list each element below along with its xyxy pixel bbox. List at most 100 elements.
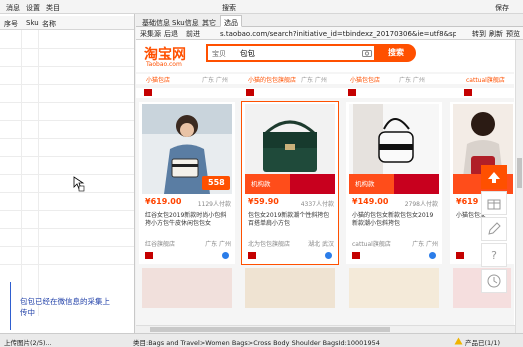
upload-status: 上传图片(2/5)... xyxy=(4,339,52,347)
product-card[interactable]: 558 ¥619.00 1129人付款 红谷女包2019新款时尚小包斜挎小方包牛… xyxy=(139,102,235,264)
shop-name[interactable]: cattual旗舰店 xyxy=(352,239,391,248)
wangwang-icon[interactable] xyxy=(325,252,332,259)
grid-divider xyxy=(0,84,134,85)
grid-divider xyxy=(0,210,134,211)
shop-name[interactable]: 红谷旗舰店 xyxy=(145,239,175,248)
product-price: ¥149.00 xyxy=(352,197,389,206)
product-card[interactable]: 机构款 ¥59.90 4337人付款 包包女2019新款潮个性斜挎包百搭单肩小方… xyxy=(241,101,339,265)
product-title[interactable]: 小猫的包包女新款包包女2019新款潮小包斜挎包 xyxy=(352,212,438,228)
source-button[interactable]: 采集源 xyxy=(140,29,161,39)
promo-badge: 558 xyxy=(208,178,225,187)
next-row-preview xyxy=(139,268,511,308)
tmall-icon xyxy=(246,89,254,96)
camera-icon[interactable] xyxy=(362,49,372,57)
back-button[interactable]: 后退 xyxy=(164,29,178,39)
menu-item-settings[interactable]: 设置 xyxy=(26,3,40,13)
product-price: ¥619.00 xyxy=(145,197,182,206)
shop-name[interactable]: 小猫包包店 xyxy=(350,75,380,84)
grid-divider xyxy=(0,120,134,121)
shop-row: 小猫包店 广东 广州 小猫的包包旗舰店 广东 广州 小猫包包店 广东 广州 ca… xyxy=(136,74,514,84)
tab-product-selection[interactable]: 选品 xyxy=(220,15,242,27)
product-title[interactable]: 红谷女包2019新款时尚小包斜挎小方包牛皮休闲包包女 xyxy=(145,212,231,228)
grid-divider xyxy=(0,246,134,247)
note-marker xyxy=(10,282,11,330)
tmall-icon xyxy=(248,252,256,259)
refresh-button[interactable]: 刷新 xyxy=(489,29,503,39)
category-status: 类目:Bags and Travel>Women Bags>Cross Body… xyxy=(133,339,380,347)
forward-button[interactable]: 前进 xyxy=(186,29,200,39)
gift-icon[interactable] xyxy=(481,191,507,215)
web-view: 淘宝网 Taobao.com 宝贝 搜索 小猫包店 广东 广州 小猫的包包旗舰店… xyxy=(136,40,514,333)
column-header-sku[interactable]: Sku xyxy=(26,19,39,27)
grid-divider xyxy=(0,66,134,67)
column-header-index[interactable]: 序号 xyxy=(4,19,18,29)
grid-divider xyxy=(38,30,39,316)
product-image[interactable] xyxy=(142,268,232,308)
menu-item-messages[interactable]: 消息 xyxy=(6,3,20,13)
menu-item-category[interactable]: 类目 xyxy=(46,3,60,13)
product-title[interactable]: 包包女2019新款潮个性斜挎包百搭单肩小方包 xyxy=(248,212,334,228)
clock-icon[interactable] xyxy=(481,269,507,293)
go-button[interactable]: 转到 xyxy=(472,29,486,39)
tab-other[interactable]: 其它 xyxy=(198,15,220,27)
tmall-icon xyxy=(144,89,152,96)
badge-row xyxy=(352,252,436,260)
scroll-thumb[interactable] xyxy=(517,158,522,188)
save-button[interactable]: 保存 xyxy=(495,3,509,13)
badge-row xyxy=(136,88,514,98)
wangwang-icon[interactable] xyxy=(222,252,229,259)
shop-name[interactable]: 小猫包店 xyxy=(146,75,170,84)
back-to-top-icon[interactable] xyxy=(481,165,507,189)
grid-divider xyxy=(0,192,134,193)
sales-count: 2798人付款 xyxy=(404,201,438,208)
vertical-scrollbar[interactable] xyxy=(515,40,523,333)
search-box: 宝贝 xyxy=(206,44,376,62)
horizontal-scrollbar[interactable] xyxy=(136,325,515,333)
shop-name[interactable]: 北为包包旗舰店 xyxy=(248,239,290,248)
shop-name[interactable]: 小猫的包包旗舰店 xyxy=(248,75,296,84)
preview-button[interactable]: 预览 xyxy=(506,29,520,39)
browser-panel: 基础信息 Sku信息 其它 选品 采集源 后退 前进 转到 刷新 预览 淘宝网 … xyxy=(136,14,523,333)
product-image[interactable]: 机构款 xyxy=(245,104,335,194)
grid-divider xyxy=(0,156,134,157)
tab-strip: 基础信息 Sku信息 其它 选品 xyxy=(136,14,523,27)
menu-item-search[interactable]: 搜索 xyxy=(222,3,236,13)
badge-row xyxy=(145,252,229,260)
left-panel: 序号 Sku 名称 包包已经在微信息的采集上传中 页码 1 跳 |< < > >… xyxy=(0,14,135,347)
tmall-icon xyxy=(348,89,356,96)
shop-location: 广东 广州 xyxy=(202,77,228,84)
wangwang-icon[interactable] xyxy=(429,252,436,259)
product-image[interactable] xyxy=(245,268,335,308)
address-bar: 采集源 后退 前进 转到 刷新 预览 xyxy=(136,27,523,40)
grid-divider xyxy=(0,264,134,265)
shop-name[interactable]: cattual旗舰店 xyxy=(466,75,505,84)
promo-tag: 机构款 xyxy=(355,180,375,188)
badge-row xyxy=(248,252,332,260)
search-category-select[interactable]: 宝贝 xyxy=(212,49,226,59)
status-note: 包包已经在微信息的采集上传中 xyxy=(20,297,110,317)
taobao-logo-sub: Taobao.com xyxy=(146,61,182,68)
grid-header: 序号 Sku 名称 xyxy=(0,16,134,30)
sales-count: 1129人付款 xyxy=(197,201,231,208)
shop-location: 广东 广州 xyxy=(399,77,425,84)
grid-divider xyxy=(0,228,134,229)
column-header-name[interactable]: 名称 xyxy=(42,19,56,29)
edit-icon[interactable] xyxy=(481,217,507,241)
taobao-header: 淘宝网 Taobao.com 宝贝 搜索 xyxy=(136,40,514,72)
shop-location: 广东 广州 xyxy=(205,241,231,248)
product-image[interactable] xyxy=(349,268,439,308)
shop-location: 广东 广州 xyxy=(412,241,438,248)
product-price: ¥59.90 xyxy=(248,197,279,206)
status-bar: 上传图片(2/5)... 类目:Bags and Travel>Women Ba… xyxy=(0,333,523,347)
product-image[interactable]: 机构款 xyxy=(349,104,439,194)
scroll-thumb[interactable] xyxy=(150,327,390,332)
tmall-icon xyxy=(464,89,472,96)
grid-divider xyxy=(0,48,134,49)
search-input[interactable] xyxy=(240,48,358,59)
url-input[interactable] xyxy=(220,28,456,39)
help-icon[interactable]: ? xyxy=(481,243,507,267)
product-image[interactable]: 558 xyxy=(142,104,232,194)
search-button[interactable]: 搜索 xyxy=(376,44,416,62)
product-card[interactable]: 机构款 ¥149.00 2798人付款 小猫的包包女新款包包女2019新款潮小包… xyxy=(346,102,442,264)
svg-text:?: ? xyxy=(491,249,497,262)
